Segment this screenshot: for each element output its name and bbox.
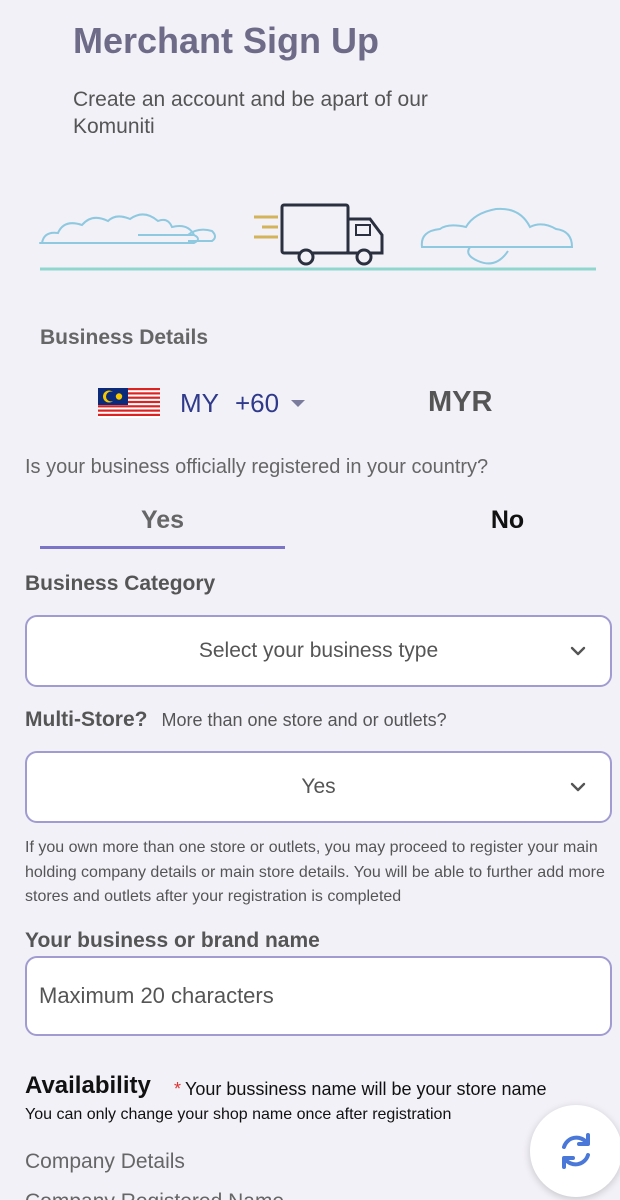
- chevron-down-icon: [570, 782, 586, 792]
- page-subtitle: Create an account and be apart of our Ko…: [73, 88, 428, 138]
- refresh-button[interactable]: [530, 1105, 620, 1197]
- cloud-icon: [420, 207, 574, 265]
- malaysia-flag-icon: [98, 388, 160, 418]
- page-title: Merchant Sign Up: [73, 20, 380, 61]
- availability-note: * Your bussiness name will be your store …: [174, 1079, 547, 1100]
- multistore-value: Yes: [301, 775, 336, 798]
- business-category-label: Business Category: [25, 572, 216, 595]
- company-registered-name-label: Company Registered Name: [25, 1190, 284, 1200]
- availability-subnote: You can only change your shop name once …: [25, 1106, 452, 1123]
- multistore-info: If you own more than one store or outlet…: [25, 839, 605, 905]
- registration-question: Is your business officially registered i…: [25, 456, 489, 478]
- currency-label: MYR: [428, 386, 493, 418]
- section-business-details: Business Details: [40, 326, 209, 349]
- company-details-label: Company Details: [25, 1150, 185, 1173]
- caret-down-icon: [291, 399, 306, 407]
- refresh-icon: [562, 1133, 590, 1169]
- country-code: MY: [180, 387, 219, 418]
- brand-name-label: Your business or brand name: [25, 929, 320, 952]
- multistore-label: Multi-Store? More than one store and or o…: [25, 708, 447, 732]
- required-star: *: [174, 1079, 182, 1099]
- chevron-down-icon: [570, 646, 586, 656]
- tab-no[interactable]: No: [400, 500, 615, 540]
- cloud-icon: [39, 213, 216, 244]
- multistore-hint: More than one store and or outlets?: [161, 710, 447, 730]
- availability-note-text: Your bussiness name will be your store n…: [185, 1079, 547, 1099]
- delivery-truck-icon: [254, 203, 384, 266]
- multistore-title: Multi-Store?: [25, 708, 148, 731]
- multistore-select[interactable]: Yes: [25, 751, 612, 823]
- business-category-select[interactable]: Select your business type: [25, 615, 612, 687]
- availability-title: Availability: [25, 1072, 151, 1099]
- delivery-truck-illustration: [39, 203, 596, 271]
- country-selector[interactable]: MY +60: [98, 383, 306, 423]
- brand-name-input[interactable]: [25, 956, 612, 1036]
- dial-code: +60: [235, 387, 280, 418]
- tab-yes[interactable]: Yes: [40, 500, 285, 549]
- business-category-placeholder: Select your business type: [198, 639, 439, 662]
